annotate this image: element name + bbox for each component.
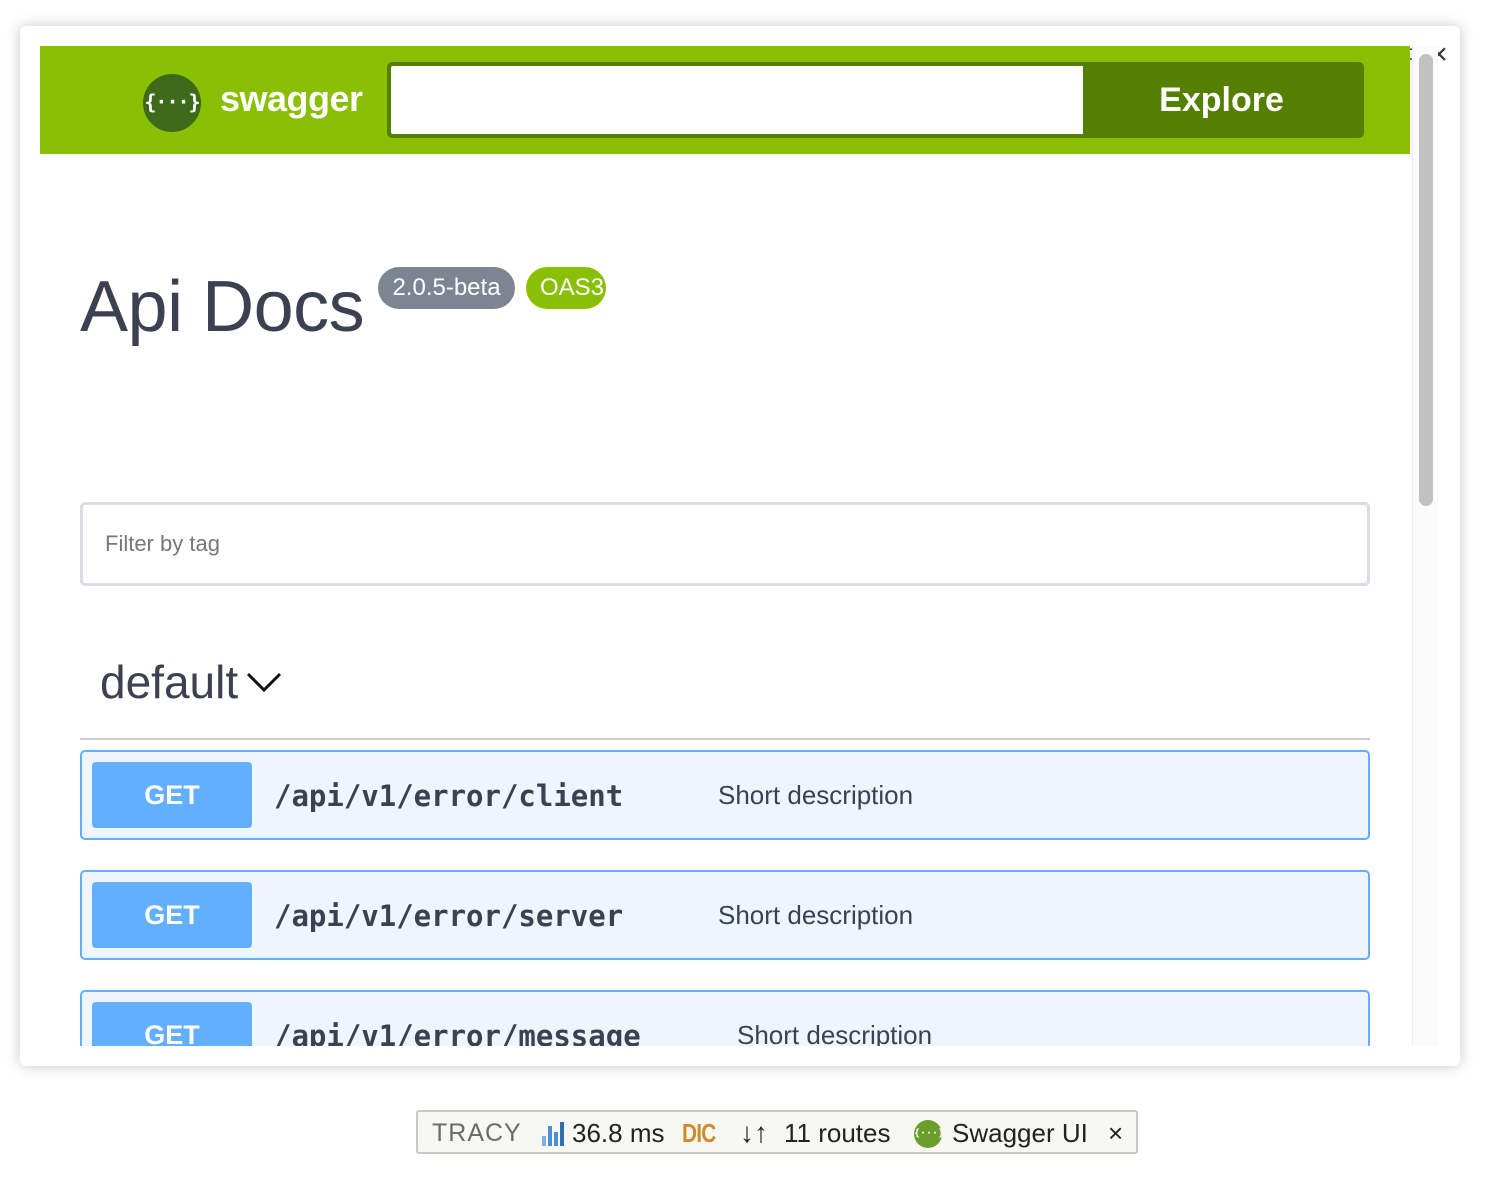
- swagger-topbar: {···} swagger Explore: [40, 46, 1410, 154]
- swagger-small-icon: {···}: [914, 1120, 945, 1148]
- explore-form: Explore: [387, 62, 1364, 138]
- tag-header-default[interactable]: default: [100, 652, 238, 712]
- explore-button[interactable]: Explore: [1083, 66, 1360, 134]
- bar-chart-icon: [542, 1122, 564, 1146]
- operation-path: /api/v1/error/server: [274, 899, 624, 933]
- method-badge: GET: [92, 762, 252, 828]
- tracy-time-panel[interactable]: 36.8 ms: [572, 1112, 665, 1154]
- tag-divider: [80, 738, 1370, 740]
- spec-url-input[interactable]: [391, 66, 1083, 134]
- swagger-small-glyph: {···}: [914, 1128, 945, 1139]
- routes-arrows-icon: ↓↑: [740, 1117, 768, 1148]
- tracy-routes-panel[interactable]: 11 routes: [784, 1112, 890, 1154]
- swagger-viewport: {···} swagger Explore Api Docs 2.0.5-bet…: [40, 46, 1410, 1046]
- operation-path: /api/v1/error/client: [274, 779, 624, 813]
- tracy-debug-bar: TRACY 36.8 ms DIC ↓↑ 11 routes {···} Swa…: [416, 1110, 1138, 1154]
- page-title: Api Docs: [80, 267, 365, 347]
- operation-get-error-server[interactable]: GET /api/v1/error/server Short descripti…: [80, 870, 1370, 960]
- tracy-close-icon[interactable]: ×: [1108, 1112, 1123, 1154]
- operation-summary: Short description: [718, 900, 914, 930]
- method-badge: GET: [92, 882, 252, 948]
- swagger-brand[interactable]: swagger: [220, 78, 363, 120]
- chevron-down-icon[interactable]: [245, 666, 283, 696]
- method-badge: GET: [92, 1002, 252, 1046]
- version-badge: 2.0.5-beta: [378, 267, 515, 309]
- swagger-logo-icon[interactable]: {···}: [143, 74, 201, 132]
- operation-path: /api/v1/error/message: [274, 1019, 641, 1046]
- tracy-logo[interactable]: TRACY: [432, 1112, 522, 1154]
- operation-summary: Short description: [718, 780, 914, 810]
- operation-summary: Short description: [737, 1020, 933, 1046]
- vertical-scrollbar[interactable]: [1412, 46, 1438, 1046]
- tracy-swagger-panel[interactable]: Swagger UI: [952, 1112, 1088, 1154]
- oas-badge: OAS3: [526, 267, 606, 309]
- operation-get-error-client[interactable]: GET /api/v1/error/client Short descripti…: [80, 750, 1370, 840]
- tracy-dic-panel[interactable]: DIC: [682, 1112, 716, 1154]
- scrollbar-thumb[interactable]: [1419, 54, 1433, 506]
- operation-get-error-message[interactable]: GET /api/v1/error/message Short descript…: [80, 990, 1370, 1046]
- filter-by-tag-input[interactable]: [80, 502, 1370, 586]
- logo-glyph: {···}: [144, 90, 200, 114]
